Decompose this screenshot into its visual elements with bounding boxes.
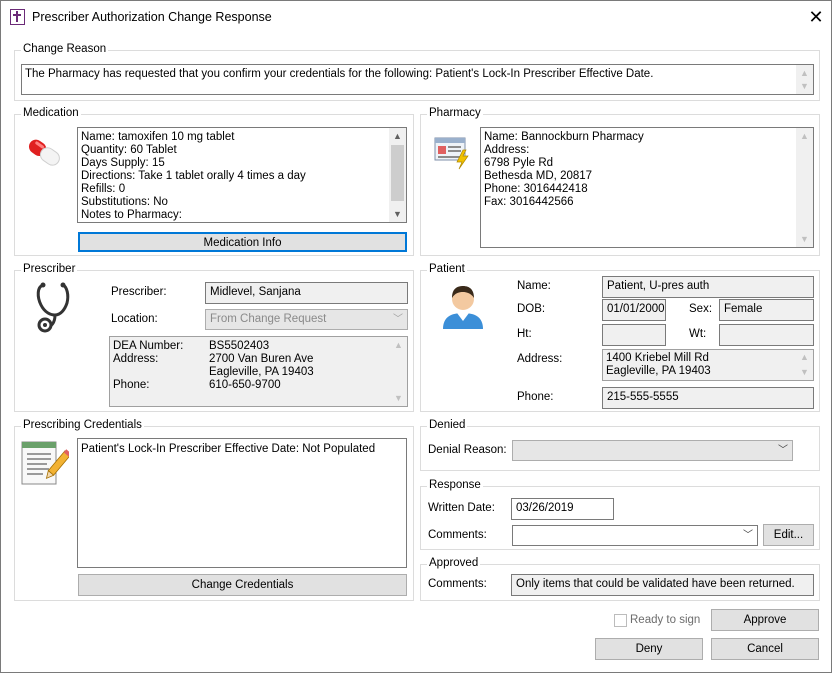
dob-field: 01/01/2000	[602, 299, 666, 321]
scroll-up-icon[interactable]: ▲	[389, 128, 406, 144]
scroll-up-icon[interactable]: ▲	[390, 337, 407, 353]
pharmacy-label: Pharmacy	[427, 107, 483, 119]
dob-label: DOB:	[517, 303, 546, 315]
ready-to-sign-label: Ready to sign	[630, 614, 701, 626]
scroll-down-icon[interactable]: ▼	[390, 390, 407, 406]
medication-label: Medication	[21, 107, 81, 119]
medication-details[interactable]: Name: tamoxifen 10 mg tablet Quantity: 6…	[77, 127, 407, 223]
phone-label: Phone:	[517, 391, 554, 403]
response-comments-select[interactable]: ﹀	[512, 525, 758, 546]
window-title: Prescriber Authorization Change Response	[32, 10, 272, 24]
pharmacy-scrollbar[interactable]: ▲ ▼	[796, 128, 813, 247]
scroll-down-icon[interactable]: ▼	[796, 365, 813, 380]
weight-field	[719, 324, 814, 346]
approved-label: Approved	[427, 557, 481, 569]
location-label: Location:	[111, 313, 158, 325]
sex-label: Sex:	[689, 303, 713, 315]
credentials-text[interactable]: Patient's Lock-In Prescriber Effective D…	[77, 438, 407, 568]
close-icon[interactable]: ✕	[803, 5, 829, 29]
chevron-down-icon[interactable]: ﹀	[774, 441, 792, 460]
dialog-window: Prescriber Authorization Change Response…	[0, 0, 832, 673]
chevron-down-icon[interactable]: ﹀	[389, 310, 407, 329]
medication-scrollbar[interactable]: ▲ ▼	[389, 128, 406, 222]
prescriber-name-field: Midlevel, Sanjana	[205, 282, 408, 304]
prescriber-scrollbar[interactable]: ▲ ▼	[390, 337, 407, 406]
scroll-down-icon[interactable]: ▼	[389, 206, 406, 222]
scroll-thumb[interactable]	[391, 145, 404, 201]
denial-reason-label: Denial Reason:	[428, 444, 507, 456]
sex-field: Female	[719, 299, 814, 321]
patient-name-field: Patient, U-pres auth	[602, 276, 814, 298]
pharmacy-details[interactable]: Name: Bannockburn Pharmacy Address: 6798…	[480, 127, 814, 248]
approved-comments-label: Comments:	[428, 578, 487, 590]
scroll-up-icon[interactable]: ▲	[796, 128, 813, 144]
deny-button[interactable]: Deny	[595, 638, 703, 660]
pill-capsule-icon	[28, 139, 60, 166]
stethoscope-icon	[36, 282, 70, 333]
approve-button[interactable]: Approve	[711, 609, 819, 631]
document-pencil-icon	[21, 441, 69, 485]
response-label: Response	[427, 479, 483, 491]
written-date-label: Written Date:	[428, 502, 495, 514]
medical-cross-icon	[10, 9, 25, 25]
weight-label: Wt:	[689, 328, 707, 340]
change-reason-scrollbar[interactable]: ▲ ▼	[796, 65, 813, 94]
scroll-up-icon[interactable]: ▲	[796, 350, 813, 365]
patient-avatar-icon	[443, 286, 483, 329]
approved-comments-field: Only items that could be validated have …	[511, 574, 814, 596]
cancel-button[interactable]: Cancel	[711, 638, 819, 660]
prescriber-details[interactable]: DEA Number: Address: Phone: BS5502403 27…	[109, 336, 408, 407]
height-label: Ht:	[517, 328, 532, 340]
patient-phone-field: 215-555-5555	[602, 387, 814, 409]
written-date-field[interactable]: 03/26/2019	[511, 498, 614, 520]
credentials-label: Prescribing Credentials	[21, 419, 144, 431]
scroll-down-icon[interactable]: ▼	[796, 78, 813, 94]
pharmacy-card-icon	[434, 137, 469, 170]
patient-address-field[interactable]: 1400 Kriebel Mill Rd Eagleville, PA 1940…	[602, 349, 814, 381]
denied-label: Denied	[427, 419, 468, 431]
height-field	[602, 324, 666, 346]
patient-name-label: Name:	[517, 280, 551, 292]
denial-reason-select[interactable]: ﹀	[512, 440, 793, 461]
title-bar: Prescriber Authorization Change Response…	[1, 1, 831, 33]
location-select[interactable]: From Change Request ﹀	[205, 309, 408, 330]
address-label: Address:	[517, 353, 563, 365]
scroll-down-icon[interactable]: ▼	[796, 231, 813, 247]
edit-comments-button[interactable]: Edit...	[763, 524, 814, 546]
address-scrollbar[interactable]: ▲ ▼	[796, 350, 813, 380]
response-comments-label: Comments:	[428, 529, 487, 541]
change-credentials-button[interactable]: Change Credentials	[78, 574, 407, 596]
change-reason-label: Change Reason	[21, 43, 109, 55]
medication-info-button[interactable]: Medication Info	[78, 232, 407, 252]
patient-label: Patient	[427, 263, 467, 275]
prescriber-label: Prescriber	[21, 263, 78, 275]
prescriber-field-label: Prescriber:	[111, 286, 167, 298]
change-reason-text[interactable]: The Pharmacy has requested that you conf…	[21, 64, 814, 95]
chevron-down-icon[interactable]: ﹀	[739, 526, 757, 545]
ready-to-sign-checkbox[interactable]	[614, 614, 627, 627]
